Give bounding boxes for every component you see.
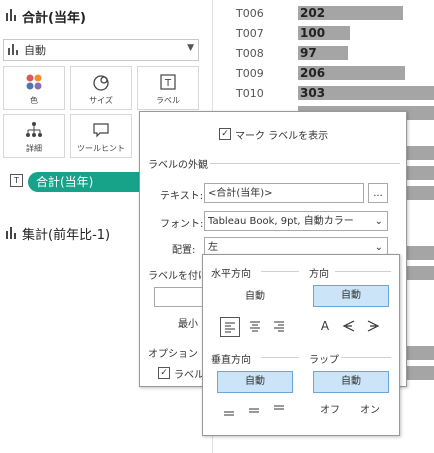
divider	[341, 357, 391, 358]
color-button-label: 色	[30, 96, 38, 105]
valign-top-icon	[224, 411, 234, 416]
alignment-value: 左	[208, 242, 218, 253]
bar-value: 303	[300, 86, 326, 100]
bar-chart-icon	[6, 227, 18, 239]
direction-rotate-up-button[interactable]	[341, 318, 357, 334]
vertical-auto-button[interactable]: 自動	[217, 371, 293, 393]
align-center-button[interactable]	[246, 317, 264, 335]
speech-bubble-icon	[71, 120, 131, 140]
bar-chart-icon	[8, 44, 18, 55]
min-partial: 最小	[178, 319, 198, 330]
appearance-title: ラベルの外観	[148, 160, 208, 171]
label-button-label: ラベル	[156, 96, 180, 105]
row-label: T009	[236, 67, 264, 80]
bar-value: 100	[300, 26, 326, 40]
valign-bottom-button[interactable]	[271, 403, 287, 419]
show-labels-text: マーク ラベルを表示	[235, 131, 329, 142]
bar-t007[interactable]: 100	[298, 26, 350, 40]
wrap-off-button[interactable]: オフ	[315, 401, 345, 421]
tooltip-button[interactable]: ツールヒント	[70, 114, 132, 158]
row-label: T007	[236, 27, 264, 40]
direction-horizontal-button[interactable]: A	[317, 318, 333, 334]
align-left-button[interactable]	[220, 317, 240, 337]
bar-value: 206	[300, 66, 326, 80]
size-circles-icon	[71, 72, 131, 92]
bar-t010[interactable]: 303	[298, 86, 434, 100]
tooltip-button-label: ツールヒント	[77, 144, 125, 153]
wrap-title: ラップ	[309, 355, 339, 366]
color-dots-icon	[4, 72, 64, 92]
font-label: フォント:	[160, 219, 204, 230]
rotate-down-icon	[367, 320, 380, 332]
horizontal-title: 水平方向	[211, 269, 251, 280]
bar-t006[interactable]: 202	[298, 6, 403, 20]
pill-label: 合計(当年)	[36, 175, 94, 189]
mark-type-value: 自動	[24, 44, 46, 57]
bar-chart-icon	[6, 9, 18, 21]
size-button[interactable]: サイズ	[70, 66, 132, 110]
option-partial: ラベル	[174, 370, 204, 381]
align-right-button[interactable]	[270, 317, 288, 335]
chevron-down-icon: ▼	[187, 43, 194, 53]
chevron-down-icon: ⌄	[374, 216, 383, 227]
section-title-yoy: 集計(前年比-1)	[22, 228, 111, 243]
row-label: T008	[236, 47, 264, 60]
detail-button-label: 詳細	[26, 144, 42, 153]
rotate-up-icon	[342, 320, 355, 332]
row-label: T010	[236, 87, 264, 100]
hierarchy-icon	[4, 120, 64, 140]
align-center-icon	[250, 321, 260, 332]
divider	[210, 163, 400, 164]
horizontal-auto-button[interactable]: 自動	[217, 287, 293, 307]
alignment-popup: 水平方向 自動 方向 自動 A 垂直方向 自動 ラップ 自動 オフ オン	[202, 254, 400, 436]
detail-button[interactable]: 詳細	[3, 114, 65, 158]
valign-bottom-icon	[274, 405, 284, 410]
row-label: T006	[236, 7, 264, 20]
text-edit-button[interactable]: ...	[368, 183, 388, 203]
bar-t009[interactable]: 206	[298, 66, 405, 80]
label-by-partial: ラベルを付け	[148, 271, 208, 282]
divider	[261, 357, 299, 358]
divider	[335, 271, 391, 272]
options-title: オプション	[148, 349, 198, 360]
align-right-icon	[274, 321, 284, 332]
direction-auto-button[interactable]: 自動	[313, 285, 389, 307]
align-left-icon	[225, 322, 235, 333]
option-checkbox[interactable]: ✓	[158, 367, 170, 379]
valign-middle-button[interactable]	[246, 403, 262, 419]
wrap-on-button[interactable]: オン	[355, 401, 385, 421]
valign-top-button[interactable]	[221, 403, 237, 419]
label-button[interactable]: T ラベル	[137, 66, 199, 110]
text-field[interactable]: <合計(当年)>	[204, 183, 364, 203]
size-button-label: サイズ	[89, 96, 113, 105]
text-label: テキスト:	[160, 191, 204, 202]
bar-value: 202	[300, 6, 326, 20]
text-box-icon: T	[138, 72, 198, 92]
mark-type-dropdown[interactable]: 自動 ▼	[3, 39, 199, 61]
font-value: Tableau Book, 9pt, 自動カラー	[208, 216, 354, 227]
divider	[261, 271, 299, 272]
wrap-auto-button[interactable]: 自動	[313, 371, 389, 393]
text-field-icon: T	[10, 174, 23, 187]
svg-text:T: T	[164, 78, 172, 89]
show-labels-checkbox[interactable]: ✓	[219, 128, 231, 140]
marks-card-title: 合計(当年)	[22, 11, 86, 26]
vertical-title: 垂直方向	[211, 355, 251, 366]
color-button[interactable]: 色	[3, 66, 65, 110]
direction-rotate-down-button[interactable]	[365, 318, 381, 334]
direction-title: 方向	[309, 269, 329, 280]
font-dropdown[interactable]: Tableau Book, 9pt, 自動カラー ⌄	[204, 211, 388, 231]
align-label: 配置:	[172, 245, 196, 256]
bar-value: 97	[300, 46, 317, 60]
valign-middle-icon	[249, 408, 259, 413]
bar-t008[interactable]: 97	[298, 46, 348, 60]
